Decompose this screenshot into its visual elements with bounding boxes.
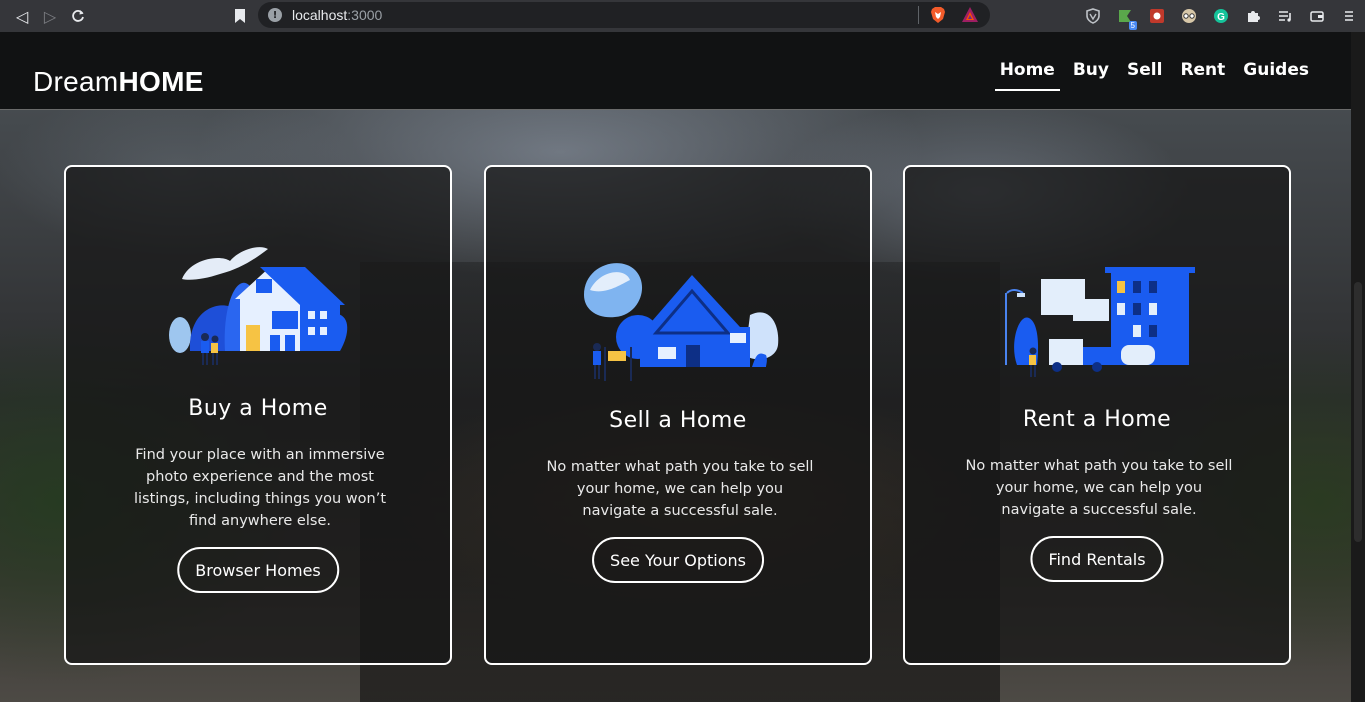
card-description: No matter what path you take to sell you… — [965, 458, 1233, 518]
buy-home-illustration-icon — [169, 247, 348, 365]
browse-homes-button[interactable]: Browser Homes — [177, 547, 339, 593]
address-bar-divider — [918, 6, 919, 24]
card-title: Sell a Home — [609, 408, 747, 433]
nav-buy[interactable]: Buy — [1064, 60, 1118, 90]
sell-home-card: Sell a Home No matter what path you take… — [484, 165, 872, 665]
browser-toolbar: ◁ ▷ ! localhost:3000 5 G — [0, 0, 1365, 32]
card-title: Rent a Home — [1022, 407, 1172, 432]
see-your-options-button[interactable]: See Your Options — [592, 537, 764, 583]
site-logo[interactable]: DreamHOME — [33, 66, 204, 98]
glasses-extension-icon[interactable] — [1173, 0, 1205, 32]
extensions-bar: 5 G — [1077, 0, 1365, 32]
nav-home[interactable]: Home — [991, 60, 1064, 91]
site-navbar: DreamHOME Home Buy Sell Rent Guides — [0, 32, 1351, 110]
card-description: No matter what path you take to sell you… — [546, 459, 814, 519]
card-title: Buy a Home — [188, 396, 328, 421]
sell-home-illustration-icon — [584, 263, 779, 381]
playlist-icon[interactable] — [1269, 0, 1301, 32]
find-rentals-button[interactable]: Find Rentals — [1030, 536, 1164, 582]
logo-light-text: Dream — [33, 66, 119, 97]
buy-home-card: Buy a Home Find your place with an immer… — [64, 165, 452, 665]
page-viewport: DreamHOME Home Buy Sell Rent Guides Buy … — [0, 32, 1365, 702]
nav-guides[interactable]: Guides — [1234, 60, 1318, 90]
flag-extension-icon[interactable]: 5 — [1109, 0, 1141, 32]
shield-extension-icon[interactable] — [1077, 0, 1109, 32]
url-port: :3000 — [347, 7, 383, 23]
nav-sell[interactable]: Sell — [1118, 60, 1171, 90]
puzzle-extensions-icon[interactable] — [1237, 0, 1269, 32]
ublock-extension-icon[interactable] — [1141, 0, 1173, 32]
card-description: Find your place with an immersive photo … — [133, 447, 387, 529]
url-host: localhost — [292, 7, 348, 23]
wallet-icon[interactable] — [1301, 0, 1333, 32]
scrollbar-thumb[interactable] — [1354, 282, 1362, 542]
site-info-icon[interactable]: ! — [268, 8, 282, 22]
url-text[interactable]: localhost:3000 — [292, 7, 382, 23]
nav-links: Home Buy Sell Rent Guides — [991, 60, 1318, 91]
svg-text:G: G — [1217, 12, 1225, 23]
menu-icon[interactable] — [1333, 0, 1365, 32]
nav-rent[interactable]: Rent — [1171, 60, 1234, 90]
rent-home-illustration-icon — [1005, 267, 1195, 377]
reload-icon[interactable] — [64, 2, 92, 30]
page-scrollbar[interactable] — [1351, 32, 1365, 702]
grammarly-icon[interactable]: G — [1205, 0, 1237, 32]
brave-shields-icon[interactable] — [929, 6, 947, 24]
rent-home-card: Rent a Home No matter what path you take… — [903, 165, 1291, 665]
bookmark-icon[interactable] — [226, 2, 254, 30]
logo-bold-text: HOME — [118, 66, 204, 97]
back-icon[interactable]: ◁ — [8, 2, 36, 30]
brave-rewards-icon[interactable] — [961, 6, 979, 24]
extension-badge: 5 — [1128, 21, 1137, 30]
forward-icon[interactable]: ▷ — [36, 2, 64, 30]
address-bar[interactable]: ! localhost:3000 — [258, 2, 990, 28]
